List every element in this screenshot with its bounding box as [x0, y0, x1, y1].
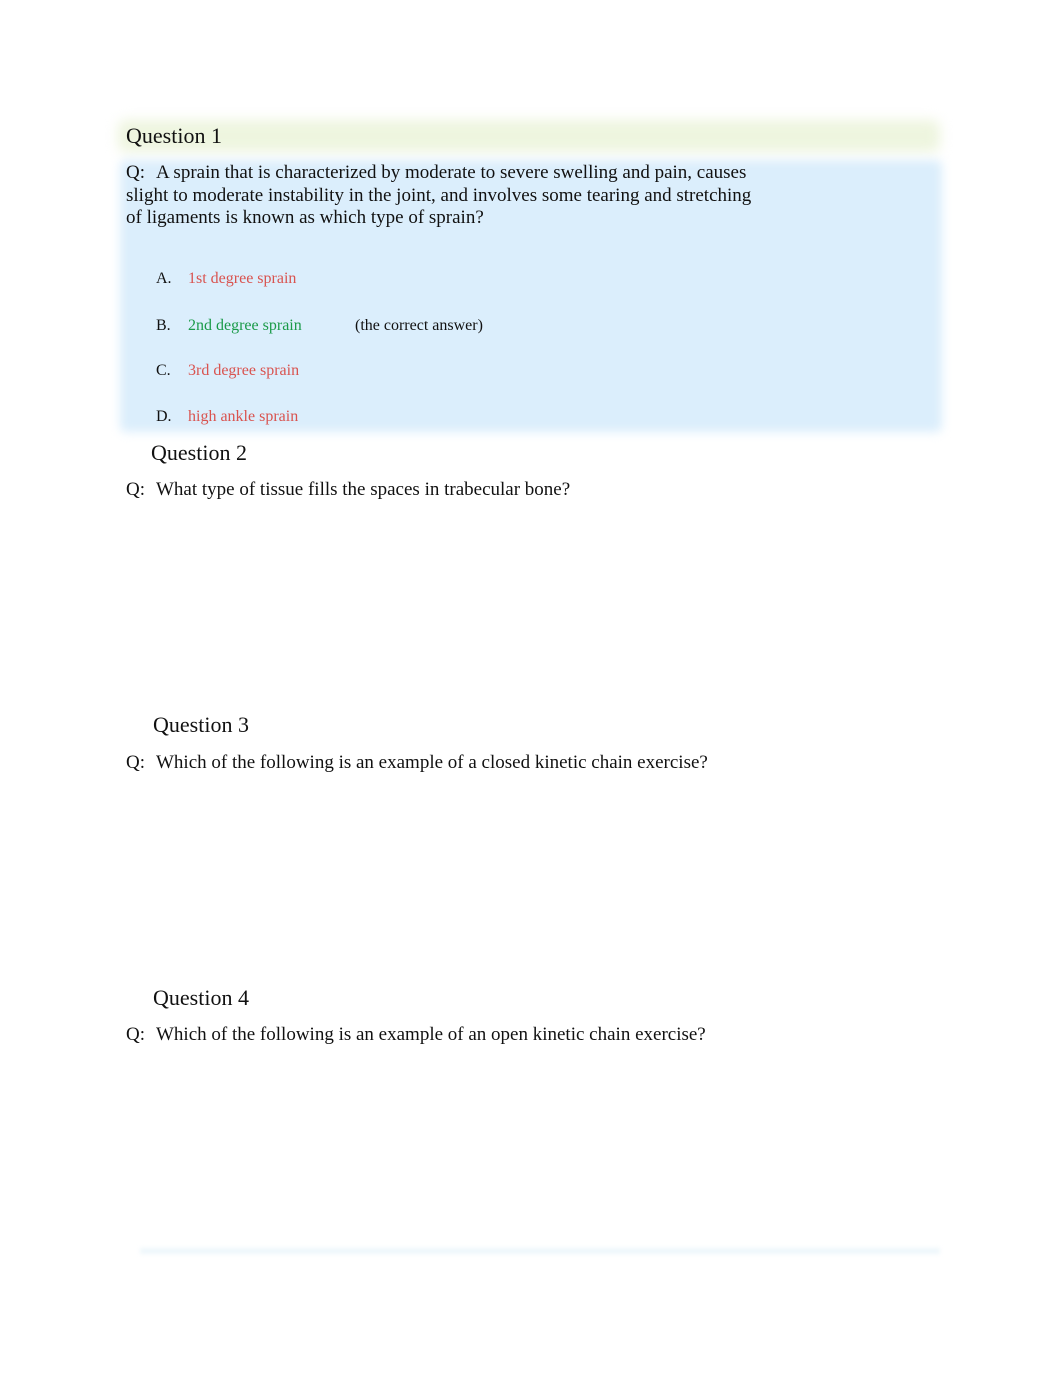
option-a[interactable]: A. 1st degree sprain: [156, 270, 296, 288]
question-4-text: Q: Which of the following is an example o…: [126, 1024, 706, 1045]
option-b[interactable]: B. 2nd degree sprain: [156, 317, 302, 335]
option-letter: B.: [156, 317, 171, 334]
question-2-text: Q: What type of tissue fills the spaces i…: [126, 479, 571, 500]
option-label-incorrect: 1st degree sprain: [188, 270, 297, 287]
option-letter: D.: [156, 408, 172, 425]
question-1-header-highlight: [118, 120, 940, 152]
option-label-incorrect: 3rd degree sprain: [188, 362, 300, 379]
question-prefix: Q:: [126, 752, 145, 773]
option-label-incorrect: high ankle sprain: [188, 408, 299, 425]
question-2-title: Question 2: [151, 440, 247, 465]
question-1-title: Question 1: [126, 123, 222, 148]
bottom-divider: [140, 1248, 940, 1254]
correct-answer-note: (the correct answer): [355, 317, 483, 334]
option-label-correct: 2nd degree sprain: [188, 317, 302, 334]
question-3-title: Question 3: [153, 712, 249, 737]
option-d[interactable]: D. high ankle sprain: [156, 408, 298, 426]
question-4-title: Question 4: [153, 985, 249, 1010]
question-1-line-1: Q: A sprain that is characterized by mode…: [126, 162, 747, 183]
question-1-line-3: of ligaments is known as which type of s…: [126, 207, 484, 228]
option-letter: C.: [156, 362, 171, 379]
question-prefix: Q:: [126, 1024, 145, 1045]
option-c[interactable]: C. 3rd degree sprain: [156, 362, 299, 380]
option-letter: A.: [156, 270, 172, 287]
question-3-text: Q: Which of the following is an example o…: [126, 752, 708, 773]
question-1-line-2: slight to moderate instability in the jo…: [126, 184, 752, 206]
question-prefix: Q:: [126, 479, 145, 500]
question-prefix: Q:: [126, 162, 145, 183]
question-1-text: Q: A sprain that is characterized by mode…: [126, 162, 766, 230]
